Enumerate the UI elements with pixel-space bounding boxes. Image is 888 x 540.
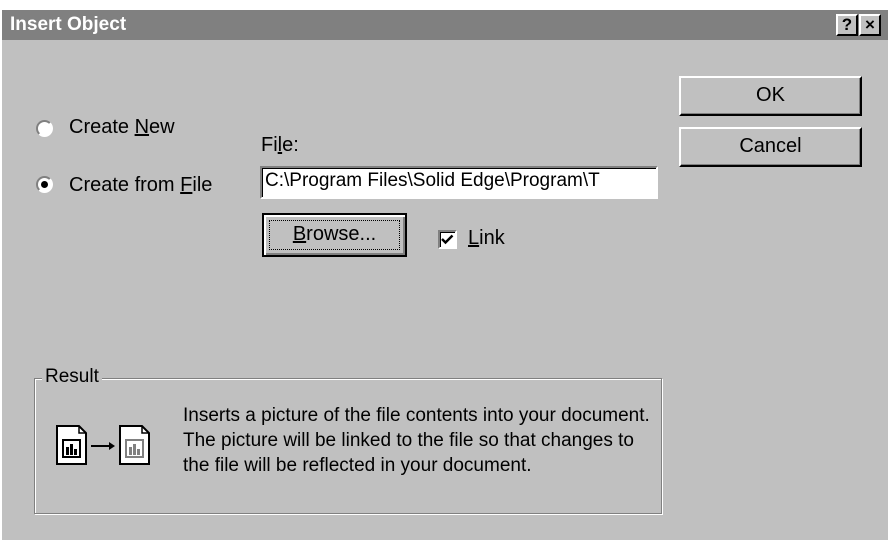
ok-button[interactable]: OK	[679, 76, 862, 116]
create-from-file-label[interactable]: Create from File	[69, 174, 212, 197]
cancel-button[interactable]: Cancel	[679, 127, 862, 167]
title-bar[interactable]: Insert Object ? ×	[2, 10, 888, 40]
dialog-title: Insert Object	[10, 14, 127, 35]
radio-selected-dot	[41, 181, 48, 188]
focus-rectangle	[269, 220, 400, 250]
browse-button[interactable]: Browse...	[262, 213, 407, 257]
result-legend: Result	[42, 366, 102, 388]
link-checkbox[interactable]	[438, 230, 457, 249]
file-label: File:	[261, 134, 299, 156]
help-icon: ?	[841, 15, 853, 34]
help-button[interactable]: ?	[836, 14, 858, 36]
linked-picture-icon	[56, 425, 150, 465]
create-new-radio[interactable]	[36, 120, 53, 137]
result-description: Inserts a picture of the file contents i…	[183, 405, 650, 476]
create-from-file-radio[interactable]	[36, 176, 53, 193]
link-label[interactable]: Link	[468, 227, 505, 250]
close-button[interactable]: ×	[859, 14, 881, 36]
create-new-label[interactable]: Create New	[69, 116, 175, 139]
checkmark-icon	[441, 234, 454, 245]
file-path-input[interactable]: C:\Program Files\Solid Edge\Program\T	[260, 166, 658, 199]
close-icon: ×	[865, 15, 875, 34]
insert-object-dialog: Insert Object ? × Create New Create from…	[0, 8, 888, 540]
